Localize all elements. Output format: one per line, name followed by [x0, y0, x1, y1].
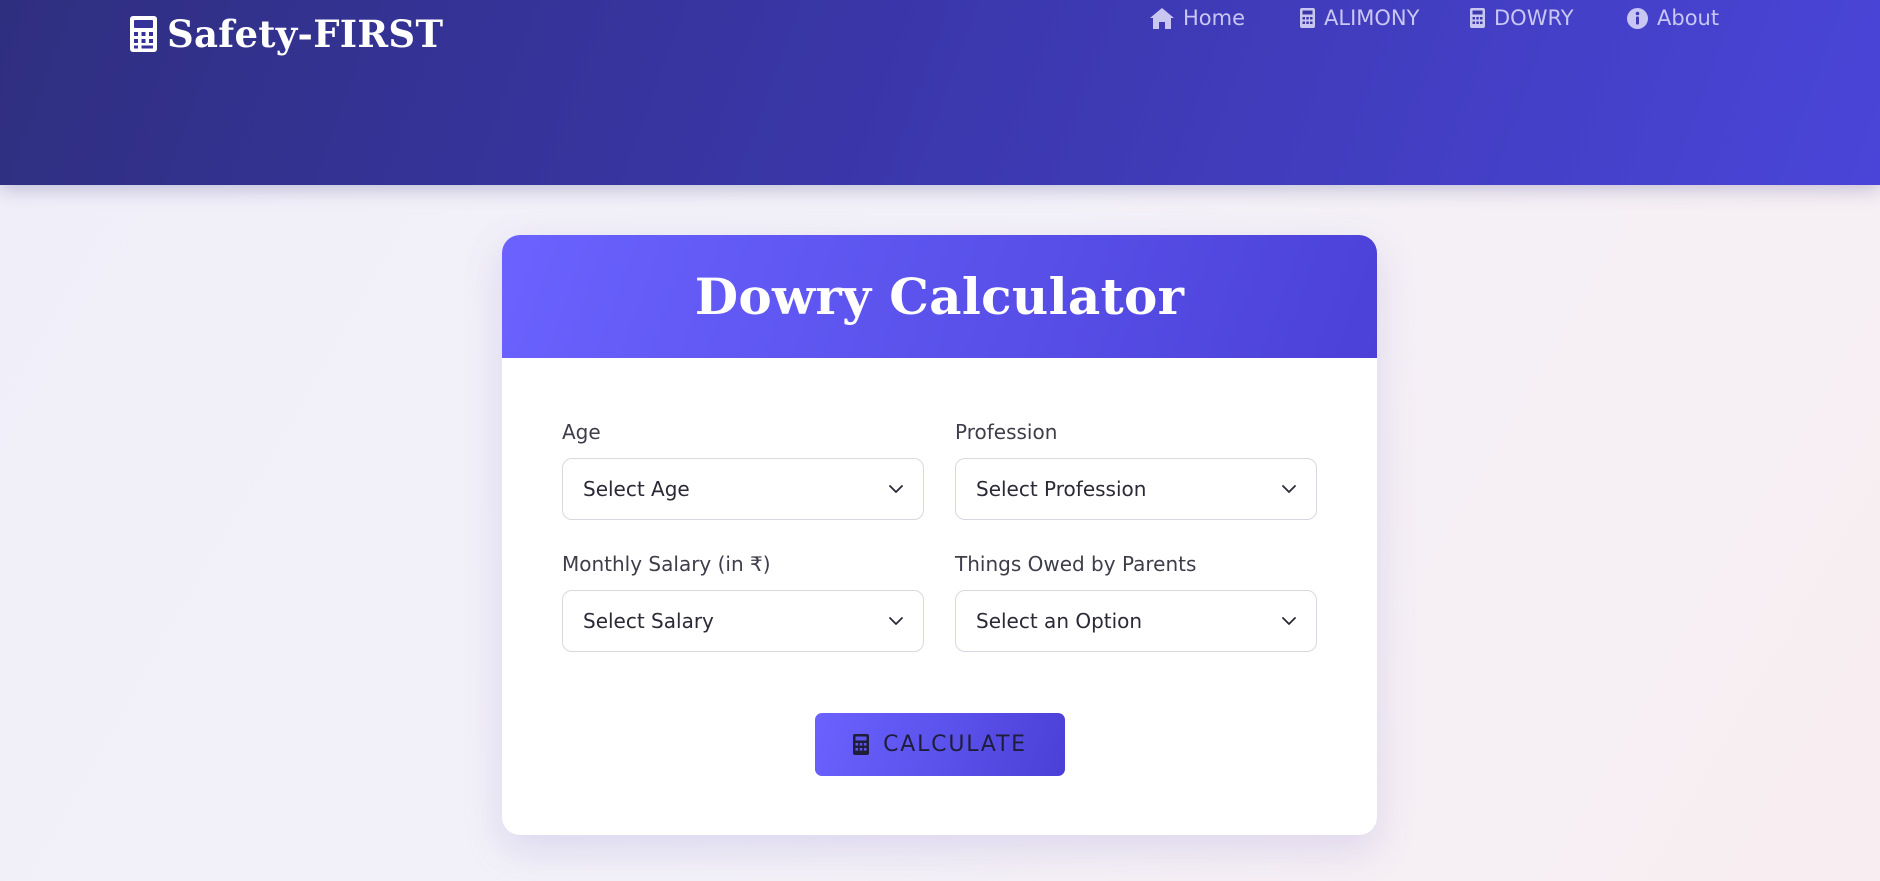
age-select[interactable]: Select Age [562, 458, 924, 520]
age-label: Age [562, 420, 601, 444]
brand-title: Safety-FIRST [167, 12, 444, 56]
calculator-icon [1470, 8, 1485, 28]
chevron-down-icon [1282, 616, 1296, 625]
nav-about-label: About [1657, 6, 1720, 30]
nav-about[interactable]: About [1627, 3, 1747, 33]
calculator-icon [853, 734, 870, 755]
calculate-button-label: CALCULATE [883, 732, 1027, 757]
chevron-down-icon [889, 616, 903, 625]
dowry-calculator-card: Dowry Calculator Age Select Age Professi… [502, 235, 1377, 835]
brand-logo[interactable]: Safety-FIRST [130, 12, 443, 56]
age-select-value: Select Age [583, 477, 690, 501]
age-field: Age Select Age [562, 418, 924, 520]
salary-label: Monthly Salary (in ₹) [562, 552, 771, 576]
profession-select-value: Select Profession [976, 477, 1147, 501]
chevron-down-icon [889, 484, 903, 493]
salary-field: Monthly Salary (in ₹) Select Salary [562, 550, 924, 652]
calculate-button[interactable]: CALCULATE [815, 713, 1065, 776]
nav-home[interactable]: Home [1150, 3, 1290, 33]
card-header: Dowry Calculator [502, 235, 1377, 358]
nav-home-label: Home [1183, 6, 1246, 30]
profession-select[interactable]: Select Profession [955, 458, 1317, 520]
owed-select-value: Select an Option [976, 609, 1143, 633]
page-title: Dowry Calculator [694, 267, 1185, 326]
home-icon [1150, 7, 1174, 29]
salary-select[interactable]: Select Salary [562, 590, 924, 652]
nav-dowry-label: DOWRY [1494, 6, 1574, 30]
calculator-icon [1300, 8, 1315, 28]
nav-alimony[interactable]: ALIMONY [1300, 3, 1470, 33]
calculator-icon [130, 16, 157, 52]
top-header: Safety-FIRST Home ALIMONY DOWRY About [0, 0, 1880, 185]
owed-field: Things Owed by Parents Select an Option [955, 550, 1317, 652]
owed-label: Things Owed by Parents [955, 552, 1197, 576]
nav-dowry[interactable]: DOWRY [1470, 3, 1620, 33]
profession-label: Profession [955, 420, 1058, 444]
profession-field: Profession Select Profession [955, 418, 1317, 520]
salary-select-value: Select Salary [583, 609, 714, 633]
nav-alimony-label: ALIMONY [1324, 6, 1420, 30]
info-icon [1627, 7, 1648, 29]
owed-select[interactable]: Select an Option [955, 590, 1317, 652]
chevron-down-icon [1282, 484, 1296, 493]
